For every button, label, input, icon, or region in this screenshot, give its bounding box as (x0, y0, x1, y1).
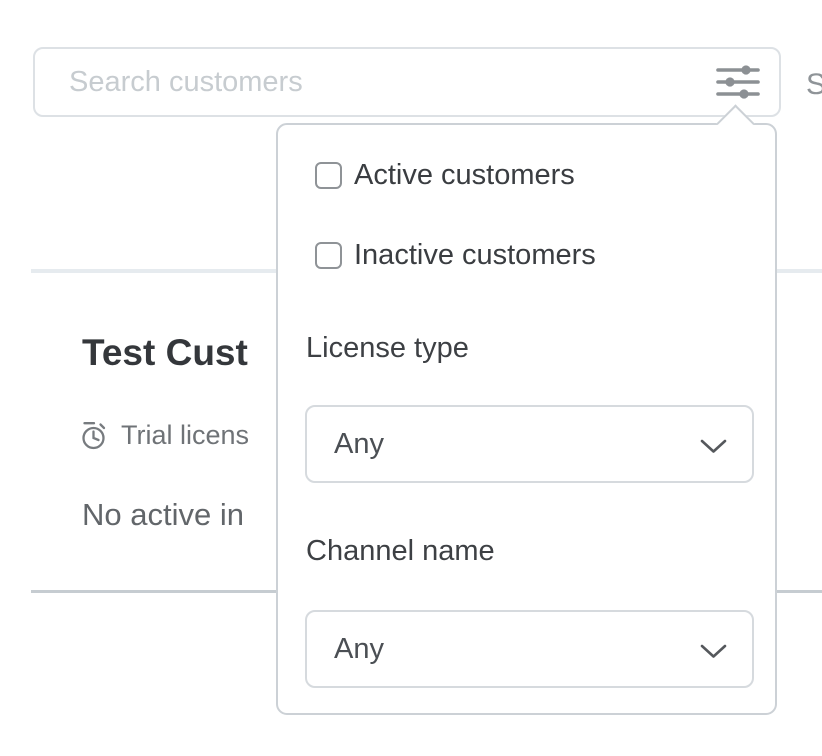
customer-status-text: No active in (82, 497, 244, 533)
checkbox-label: Inactive customers (354, 239, 596, 272)
chevron-down-icon (700, 439, 727, 459)
select-value: Any (307, 633, 384, 666)
filter-button[interactable] (705, 52, 771, 112)
checkbox-label: Active customers (354, 159, 575, 192)
license-type-text: Trial licens (121, 420, 249, 451)
search-bar (33, 47, 781, 117)
filter-popover: Active customers Inactive customers Lice… (276, 123, 777, 715)
sliders-icon (715, 62, 761, 102)
edge-truncated-text[interactable]: S (806, 68, 822, 102)
license-type-select[interactable]: Any (305, 405, 754, 483)
chevron-down-icon (700, 644, 727, 664)
license-row: Trial licens (80, 420, 249, 451)
search-input[interactable] (35, 49, 705, 115)
inactive-customers-checkbox[interactable] (315, 242, 342, 269)
customer-name: Test Cust (82, 332, 248, 374)
channel-name-select[interactable]: Any (305, 610, 754, 688)
timer-clock-icon (80, 420, 108, 451)
active-customers-option[interactable]: Active customers (315, 159, 575, 192)
active-customers-checkbox[interactable] (315, 162, 342, 189)
inactive-customers-option[interactable]: Inactive customers (315, 239, 596, 272)
select-value: Any (307, 428, 384, 461)
channel-name-label: Channel name (306, 535, 495, 568)
license-type-label: License type (306, 332, 469, 365)
